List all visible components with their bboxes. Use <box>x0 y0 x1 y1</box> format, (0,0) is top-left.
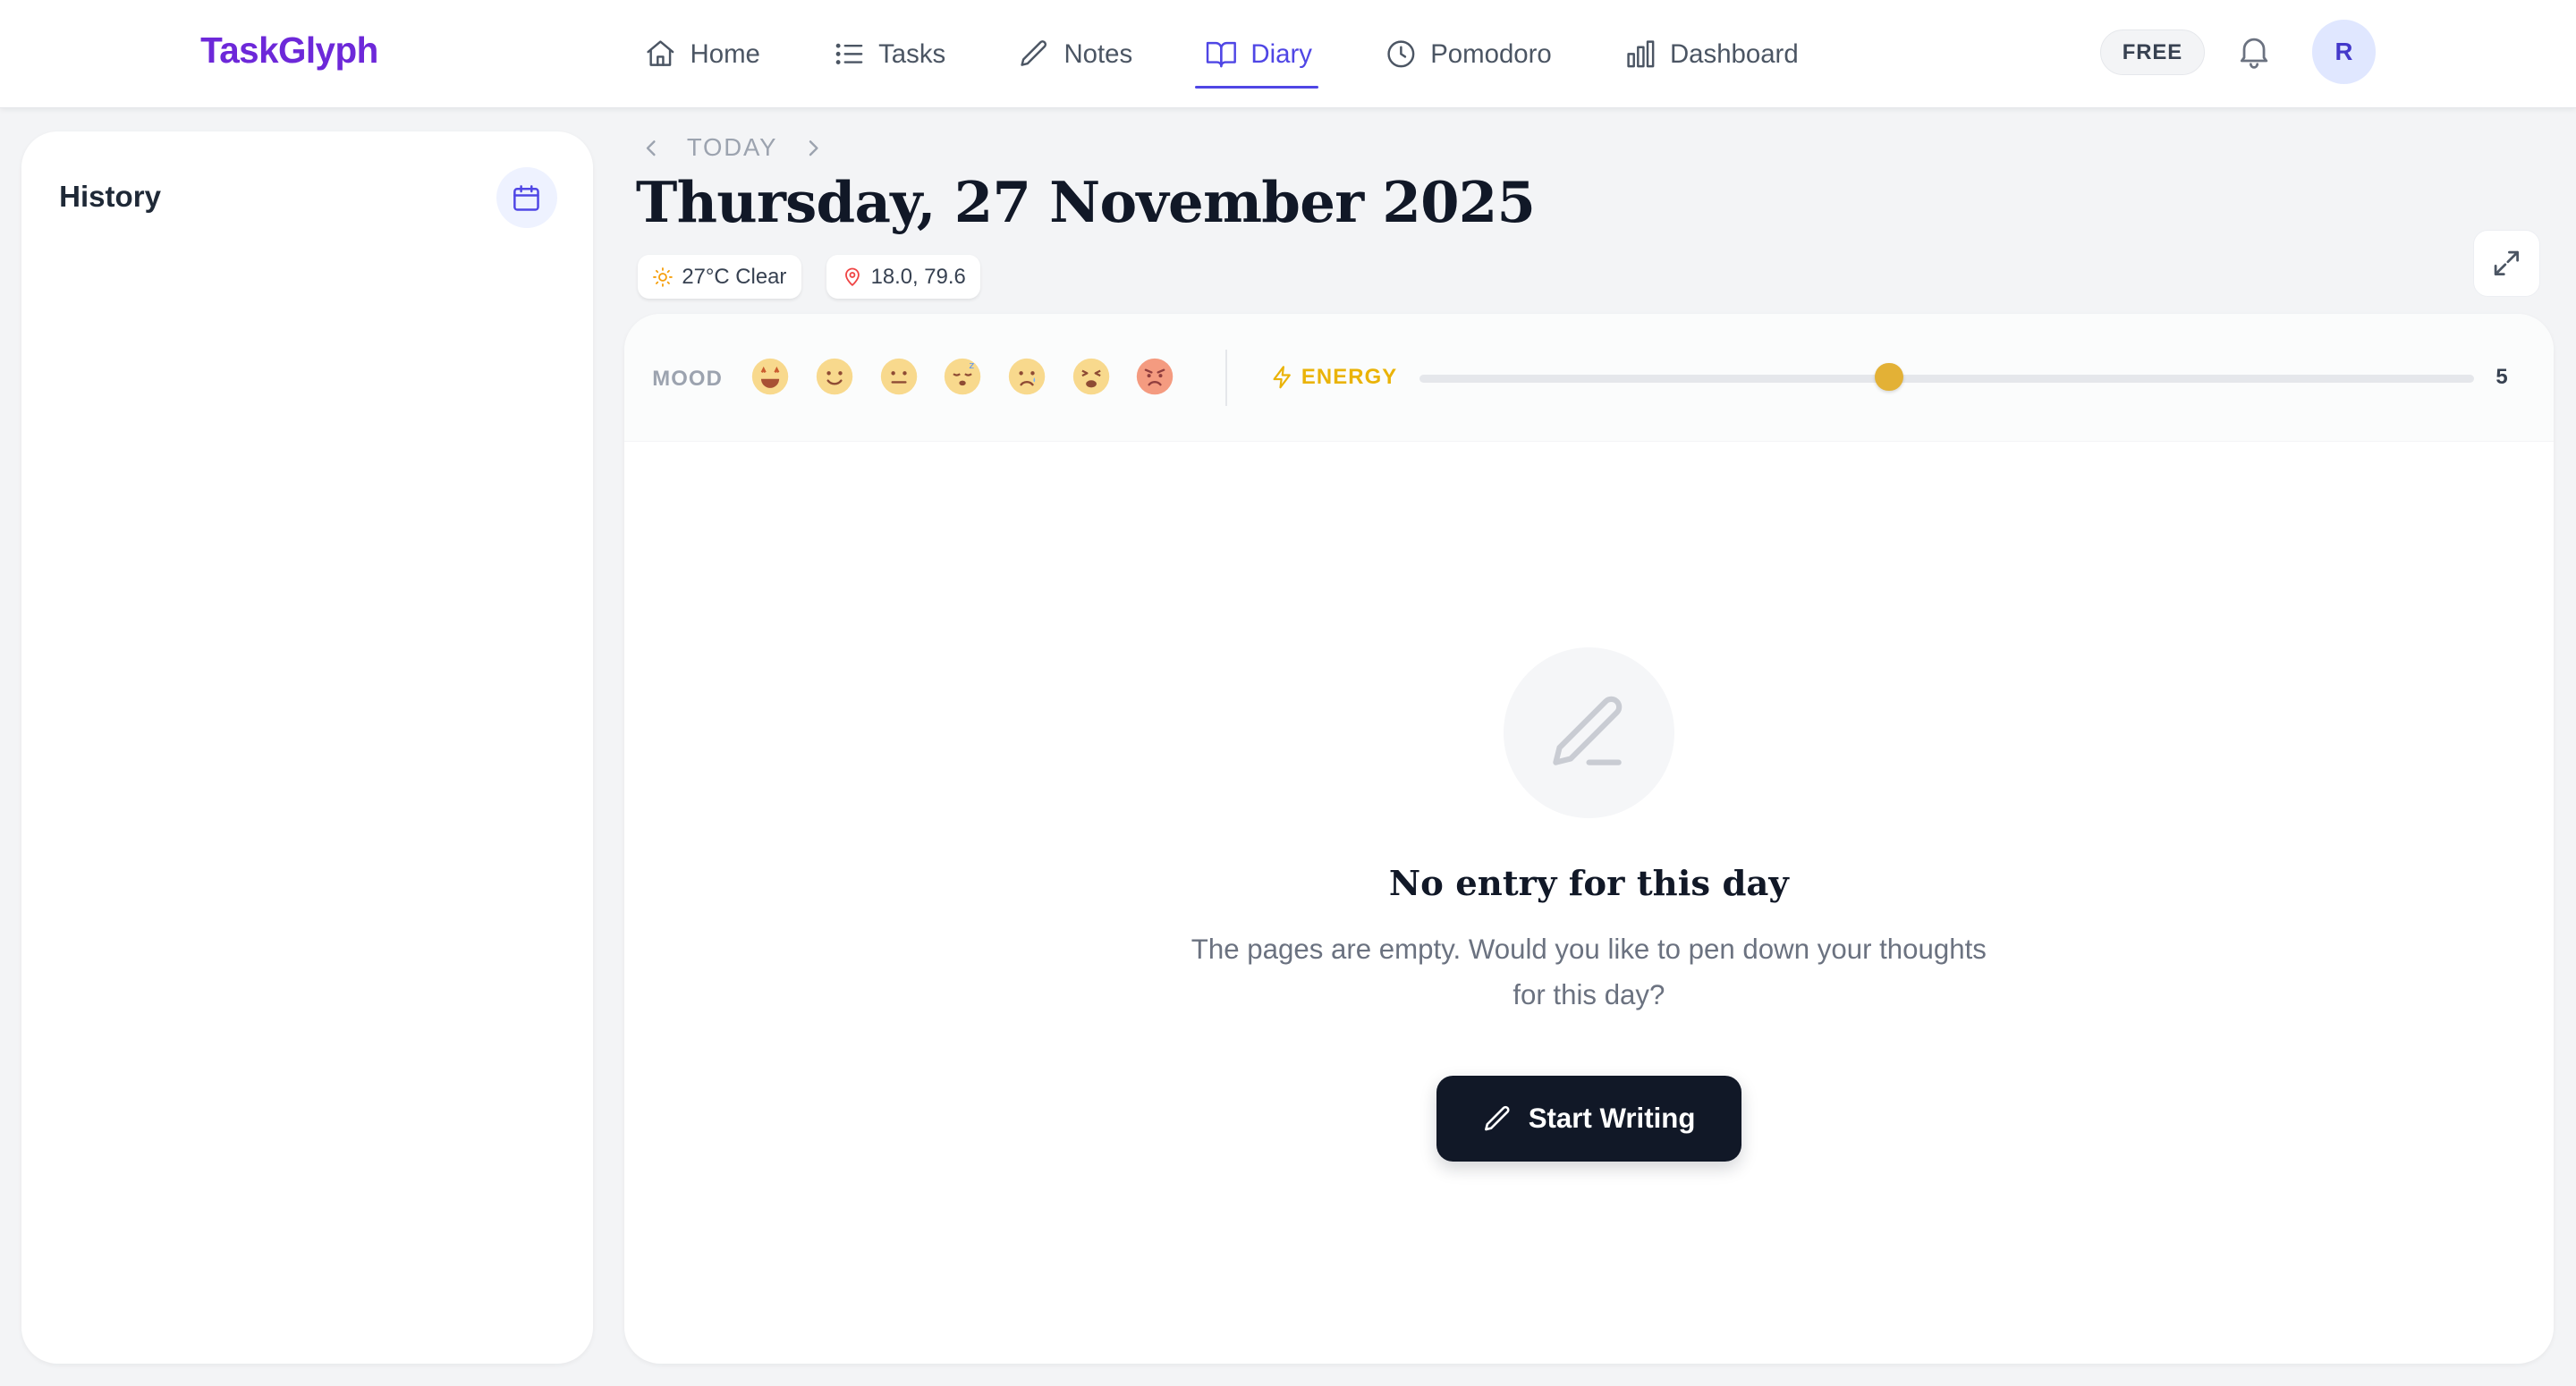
pencil-icon <box>1021 40 1047 67</box>
history-sidebar: History <box>21 131 594 1364</box>
mood-star-struck-icon[interactable] <box>750 357 790 396</box>
empty-state-description: The pages are empty. Would you like to p… <box>1191 934 1987 1011</box>
mood-energy-bar: MOOD z ENERGY 5 <box>624 313 2554 443</box>
map-pin-icon <box>844 267 860 286</box>
start-writing-button[interactable]: Start Writing <box>1436 1076 1742 1162</box>
clock-icon <box>1387 40 1415 68</box>
divider <box>1225 350 1228 406</box>
mood-crying-icon[interactable] <box>1007 357 1046 396</box>
nav-item-pomodoro[interactable]: Pomodoro <box>1385 30 1552 79</box>
location-chip: 18.0, 79.6 <box>826 254 981 300</box>
mood-smile-icon[interactable] <box>815 357 854 396</box>
nav-item-dashboard[interactable]: Dashboard <box>1624 30 1799 79</box>
mood-label: MOOD <box>652 366 723 391</box>
nav-label-tasks: Tasks <box>878 38 946 69</box>
weather-text: 27°C Clear <box>682 264 787 289</box>
weather-chip: 27°C Clear <box>637 254 801 300</box>
start-writing-label: Start Writing <box>1528 1102 1696 1134</box>
mood-angry-icon[interactable] <box>1135 357 1174 396</box>
date-navigator: TODAY <box>638 131 827 165</box>
nav-label-diary: Diary <box>1250 38 1312 69</box>
nav-item-notes[interactable]: Notes <box>1018 30 1132 79</box>
sun-icon <box>653 266 674 287</box>
svg-text:z: z <box>970 359 975 370</box>
lightning-icon <box>1273 366 1291 389</box>
list-icon <box>835 43 863 65</box>
pen-line-icon <box>1553 696 1622 765</box>
plan-badge[interactable]: FREE <box>2099 30 2206 76</box>
nav-label-pomodoro: Pomodoro <box>1430 38 1552 69</box>
home-icon <box>647 40 674 67</box>
maximize-icon <box>2494 251 2519 276</box>
main-nav: Home Tasks Notes Diary Pomodoro Dashboar… <box>644 0 1870 108</box>
user-avatar[interactable]: R <box>2311 20 2377 84</box>
pen-icon <box>1485 1105 1510 1130</box>
bar-chart-icon <box>1626 40 1654 68</box>
mood-tired-icon[interactable] <box>1072 357 1111 396</box>
book-open-icon <box>1206 42 1236 68</box>
bell-icon[interactable] <box>2234 31 2274 71</box>
mood-sleepy-icon[interactable]: z <box>943 357 982 396</box>
nav-item-home[interactable]: Home <box>644 30 760 79</box>
empty-state-title: No entry for this day <box>1388 864 1789 905</box>
energy-slider-track[interactable] <box>1419 374 2475 383</box>
sidebar-title: History <box>59 181 161 215</box>
energy-slider-thumb[interactable] <box>1875 362 1903 392</box>
nav-label-dashboard: Dashboard <box>1669 38 1799 69</box>
nav-item-diary[interactable]: Diary <box>1194 30 1319 89</box>
location-text: 18.0, 79.6 <box>870 264 966 289</box>
chevron-right-icon[interactable] <box>801 135 826 161</box>
calendar-button[interactable] <box>496 167 557 229</box>
page-title: Thursday, 27 November 2025 <box>635 169 1536 236</box>
nav-item-tasks[interactable]: Tasks <box>833 30 946 79</box>
energy-label: ENERGY <box>1270 365 1397 390</box>
calendar-icon <box>513 185 540 211</box>
nav-label-home: Home <box>690 38 760 69</box>
expand-button[interactable] <box>2472 230 2540 298</box>
mood-neutral-icon[interactable] <box>879 357 919 396</box>
energy-value: 5 <box>2496 364 2508 389</box>
chevron-left-icon[interactable] <box>638 135 664 161</box>
top-navigation-bar: TaskGlyph Home Tasks Notes Diary Pomodor… <box>0 0 2576 109</box>
brand-logo[interactable]: TaskGlyph <box>200 30 378 72</box>
nav-label-notes: Notes <box>1063 38 1133 69</box>
empty-state-illustration <box>1503 647 1674 818</box>
energy-label-text: ENERGY <box>1301 364 1398 389</box>
diary-card: MOOD z ENERGY 5 No entry for this day Th… <box>624 313 2554 1364</box>
today-button[interactable]: TODAY <box>687 133 778 162</box>
